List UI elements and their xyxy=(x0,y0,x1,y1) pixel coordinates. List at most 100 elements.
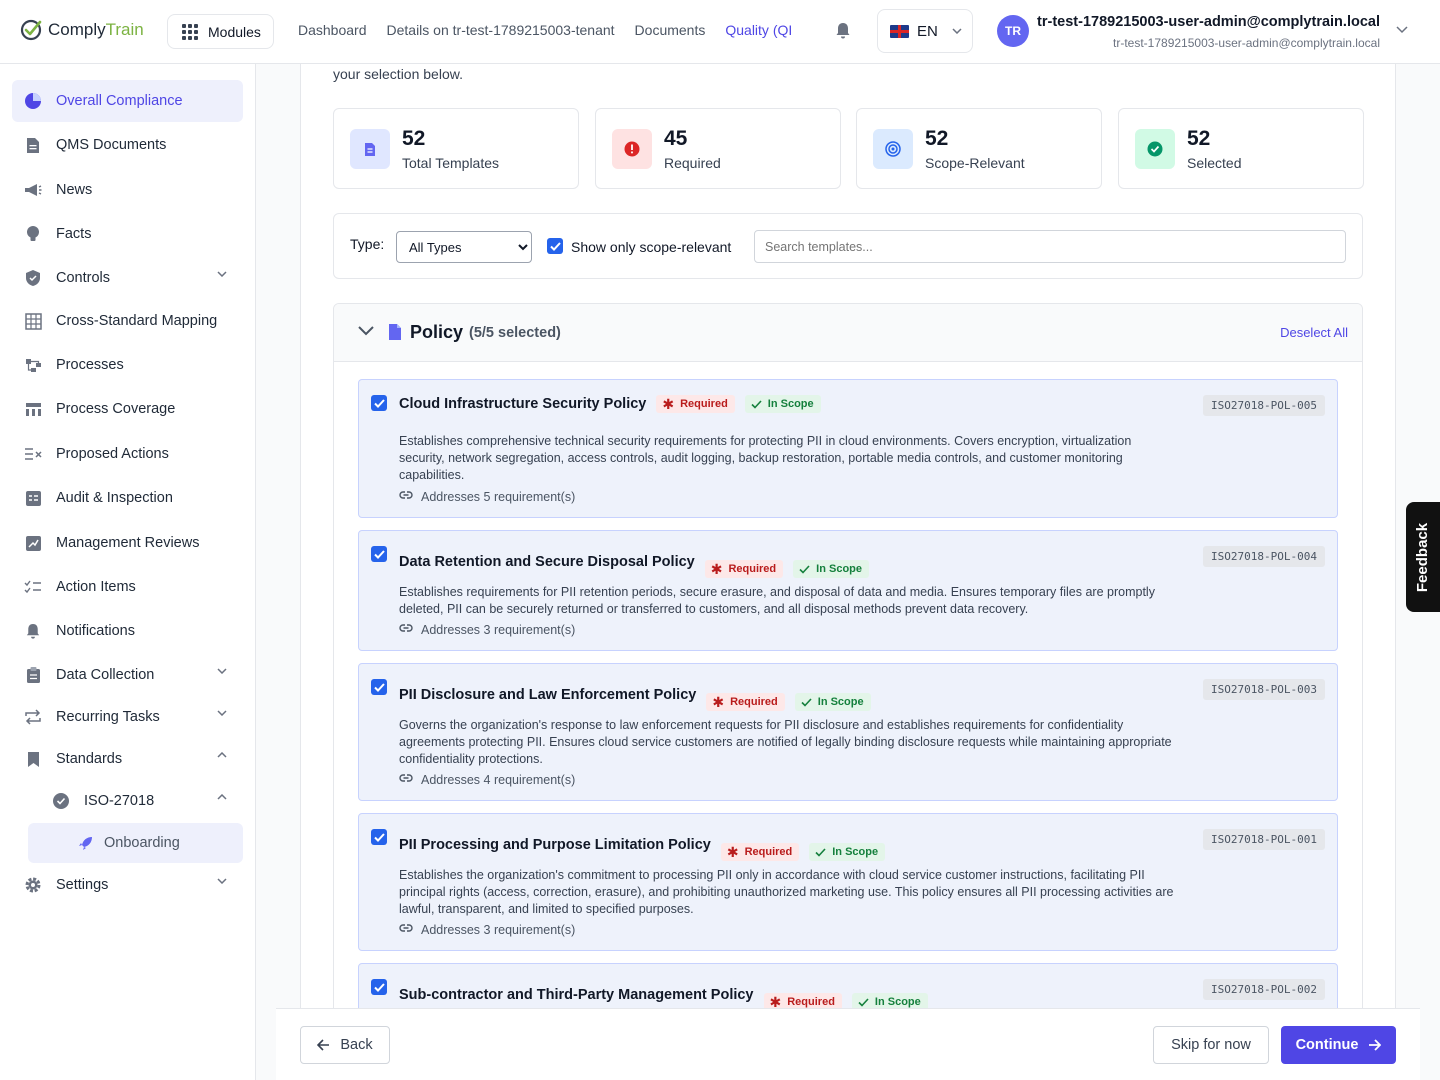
check-icon xyxy=(549,241,561,251)
template-code: ISO27018-POL-004 xyxy=(1203,546,1325,567)
stat-value: 45 xyxy=(664,127,688,150)
in-scope-badge: In Scope xyxy=(809,843,886,861)
sidebar-item-settings[interactable]: Settings xyxy=(12,864,243,906)
required-badge: ✱ Required xyxy=(720,843,800,861)
deselect-all-button[interactable]: Deselect All xyxy=(1280,325,1348,340)
chevron-down-icon xyxy=(217,271,227,277)
topnav-dashboard[interactable]: Dashboard xyxy=(298,22,367,38)
topnav-documents[interactable]: Documents xyxy=(635,22,706,38)
coverage-icon xyxy=(24,400,42,418)
sidebar-item-processes[interactable]: Processes xyxy=(12,344,243,386)
template-description: Governs the organization's response to l… xyxy=(399,718,1172,766)
sidebar-item-data-collection[interactable]: Data Collection xyxy=(12,654,243,696)
template-title: Cloud Infrastructure Security Policy xyxy=(399,396,647,412)
sidebar-item-notifications[interactable]: Notifications xyxy=(12,610,243,652)
user-avatar[interactable]: TR xyxy=(997,15,1029,47)
topnav-quality[interactable]: Quality (QI xyxy=(725,22,792,38)
sidebar-item-label: Process Coverage xyxy=(56,401,176,417)
check-icon xyxy=(751,399,762,409)
type-filter-select[interactable]: All Types xyxy=(396,231,532,263)
top-bar: Comply Train Modules Dashboard Details on… xyxy=(0,0,1440,64)
bell-icon xyxy=(24,622,42,640)
sidebar-item-recurring-tasks[interactable]: Recurring Tasks xyxy=(12,696,243,738)
sidebar-item-facts[interactable]: Facts xyxy=(12,213,243,255)
template-checkbox[interactable] xyxy=(371,829,387,845)
lightbulb-icon xyxy=(24,225,42,243)
asterisk-icon: ✱ xyxy=(726,844,739,860)
in-scope-badge: In Scope xyxy=(793,560,869,578)
language-code: EN xyxy=(917,22,938,40)
template-checkbox[interactable] xyxy=(371,679,387,695)
app-logo[interactable]: Comply Train xyxy=(20,18,144,42)
sidebar-item-process-coverage[interactable]: Process Coverage xyxy=(12,388,243,430)
megaphone-icon xyxy=(24,181,42,199)
sidebar-item-onboarding[interactable]: Onboarding xyxy=(28,823,243,863)
sidebar-item-label: Standards xyxy=(56,751,123,767)
skip-button[interactable]: Skip for now xyxy=(1153,1026,1269,1064)
sidebar-item-overall-compliance[interactable]: Overall Compliance xyxy=(12,80,243,122)
stat-value: 52 xyxy=(1187,127,1211,150)
sidebar-item-label: Management Reviews xyxy=(56,535,200,551)
sidebar-item-cross-standard-mapping[interactable]: Cross-Standard Mapping xyxy=(12,300,243,342)
badge-check-icon xyxy=(52,792,70,810)
sidebar-item-proposed-actions[interactable]: Proposed Actions xyxy=(12,433,243,475)
stat-label: Required xyxy=(664,155,721,171)
onboarding-card: your selection below. 52 Total Templates… xyxy=(300,64,1396,1080)
section-title: Policy xyxy=(410,322,464,342)
template-checkbox[interactable] xyxy=(371,546,387,562)
back-button[interactable]: Back xyxy=(300,1026,390,1064)
link-icon xyxy=(399,622,413,637)
chevron-up-icon xyxy=(217,794,227,800)
section-header[interactable]: Policy (5/5 selected) Deselect All xyxy=(334,304,1362,362)
language-selector[interactable]: EN xyxy=(877,9,973,53)
top-navigation: Dashboard Details on tr-test-1789215003-… xyxy=(298,22,792,38)
template-card[interactable]: PII Disclosure and Law Enforcement Polic… xyxy=(358,663,1338,801)
sidebar-item-action-items[interactable]: Action Items xyxy=(12,566,243,608)
required-badge: ✱ Required xyxy=(706,693,785,711)
user-menu-chevron-icon[interactable] xyxy=(1396,26,1408,34)
addresses-text: Addresses 3 requirement(s) xyxy=(421,922,576,937)
link-icon xyxy=(399,772,413,787)
template-checkbox[interactable] xyxy=(371,395,387,411)
chevron-up-icon xyxy=(217,752,227,758)
template-code: ISO27018-POL-005 xyxy=(1203,395,1325,416)
sidebar-item-label: Overall Compliance xyxy=(56,93,183,109)
policy-section: Policy (5/5 selected) Deselect All Cloud… xyxy=(333,303,1363,1080)
stat-required: 45 Required xyxy=(595,108,841,189)
sidebar-item-audit-inspection[interactable]: Audit & Inspection xyxy=(12,477,243,519)
in-scope-badge-label: In Scope xyxy=(816,563,862,575)
continue-button[interactable]: Continue xyxy=(1281,1026,1396,1064)
scope-relevant-checkbox[interactable] xyxy=(547,238,563,254)
sidebar-item-news[interactable]: News xyxy=(12,169,243,211)
template-card[interactable]: PII Processing and Purpose Limitation Po… xyxy=(358,813,1338,951)
sidebar-item-standards[interactable]: Standards xyxy=(12,738,243,780)
sidebar-item-qms-documents[interactable]: QMS Documents xyxy=(12,124,243,166)
sidebar-item-management-reviews[interactable]: Management Reviews xyxy=(12,522,243,564)
bell-icon[interactable] xyxy=(835,22,851,40)
sidebar: Overall Compliance QMS Documents News Fa… xyxy=(0,64,256,1080)
chevron-down-icon xyxy=(217,878,227,884)
sidebar-item-controls[interactable]: Controls xyxy=(12,257,243,299)
sidebar-item-iso-27018[interactable]: ISO-27018 xyxy=(40,780,243,822)
addresses-text: Addresses 3 requirement(s) xyxy=(421,622,576,637)
template-card[interactable]: Data Retention and Secure Disposal Polic… xyxy=(358,530,1338,651)
main-content: your selection below. 52 Total Templates… xyxy=(256,64,1440,1080)
chevron-down-icon[interactable] xyxy=(358,326,374,336)
logo-text-part1: Comply xyxy=(48,20,106,39)
topnav-tenant-details[interactable]: Details on tr-test-1789215003-tenant xyxy=(387,22,615,38)
template-checkbox[interactable] xyxy=(371,979,387,995)
check-icon xyxy=(815,847,826,857)
modules-button[interactable]: Modules xyxy=(167,14,274,49)
sidebar-item-label: Controls xyxy=(56,270,110,286)
uk-flag-icon xyxy=(890,24,909,38)
scope-relevant-label[interactable]: Show only scope-relevant xyxy=(571,239,731,255)
template-card[interactable]: Cloud Infrastructure Security Policy ✱ Re… xyxy=(358,379,1338,518)
template-code: ISO27018-POL-003 xyxy=(1203,679,1325,700)
search-templates-input[interactable] xyxy=(754,230,1346,263)
template-addresses: Addresses 3 requirement(s) xyxy=(399,922,575,937)
sidebar-item-label: Proposed Actions xyxy=(56,446,169,462)
template-title: PII Disclosure and Law Enforcement Polic… xyxy=(399,687,697,703)
required-badge: ✱ Required xyxy=(656,395,735,413)
feedback-tab[interactable]: Feedback xyxy=(1406,502,1440,612)
asterisk-icon: ✱ xyxy=(662,396,675,412)
